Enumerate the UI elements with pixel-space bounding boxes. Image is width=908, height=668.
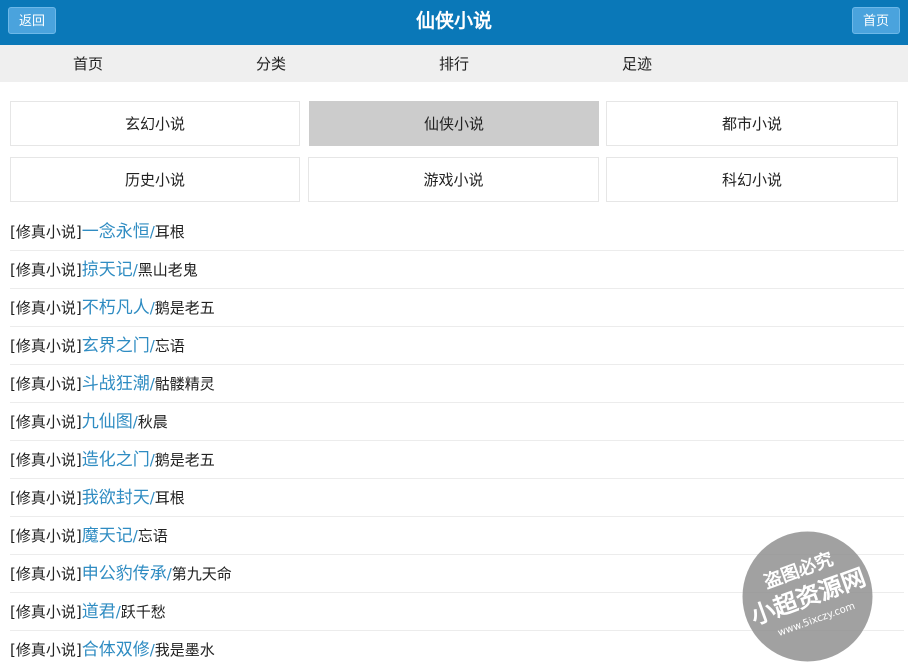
- book-list-item: [修真小说]玄界之门/忘语: [10, 327, 904, 365]
- home-button[interactable]: 首页: [851, 7, 900, 34]
- book-title-link[interactable]: 九仙图: [82, 412, 133, 432]
- book-genre-tag[interactable]: [修真小说]: [10, 223, 82, 241]
- book-list-item: [修真小说]九仙图/秋晨: [10, 403, 904, 441]
- book-author: 跃千愁: [120, 603, 166, 621]
- book-title-link[interactable]: 申公豹传承: [82, 564, 167, 584]
- book-author: 耳根: [154, 489, 185, 507]
- book-list-item: [修真小说]一念永恒/耳根: [10, 213, 904, 251]
- book-author: 骷髅精灵: [154, 375, 215, 393]
- nav-item-categories[interactable]: 分类: [221, 45, 321, 83]
- book-list-item: [修真小说]不朽凡人/鹅是老五: [10, 289, 904, 327]
- main-nav: 首页 分类 排行 足迹: [0, 45, 908, 82]
- category-lishi[interactable]: 历史小说: [10, 157, 300, 202]
- book-genre-tag[interactable]: [修真小说]: [10, 603, 82, 621]
- book-genre-tag[interactable]: [修真小说]: [10, 337, 82, 355]
- book-title-link[interactable]: 道君: [82, 602, 116, 622]
- book-title-link[interactable]: 玄界之门: [82, 336, 150, 356]
- book-genre-tag[interactable]: [修真小说]: [10, 375, 82, 393]
- book-genre-tag[interactable]: [修真小说]: [10, 413, 82, 431]
- book-title-link[interactable]: 合体双修: [82, 640, 150, 660]
- book-title-link[interactable]: 斗战狂潮: [82, 374, 150, 394]
- book-title-link[interactable]: 掠天记: [82, 260, 133, 280]
- watermark-seal: 盗图必究 小超资源网 www.5ixczy.com: [742, 531, 873, 662]
- book-title-link[interactable]: 不朽凡人: [82, 298, 150, 318]
- book-title-link[interactable]: 魔天记: [82, 526, 133, 546]
- category-kehuan[interactable]: 科幻小说: [606, 157, 898, 202]
- book-genre-tag[interactable]: [修真小说]: [10, 299, 82, 317]
- book-author: 忘语: [154, 337, 185, 355]
- book-genre-tag[interactable]: [修真小说]: [10, 527, 82, 545]
- category-xuanhuan[interactable]: 玄幻小说: [10, 101, 300, 146]
- book-author: 秋晨: [137, 413, 168, 431]
- book-list-item: [修真小说]斗战狂潮/骷髅精灵: [10, 365, 904, 403]
- book-author: 我是墨水: [154, 641, 215, 659]
- book-title-link[interactable]: 造化之门: [82, 450, 150, 470]
- category-xianxia[interactable]: 仙侠小说: [309, 101, 599, 146]
- book-list-item: [修真小说]造化之门/鹅是老五: [10, 441, 904, 479]
- category-dushi[interactable]: 都市小说: [606, 101, 898, 146]
- book-title-link[interactable]: 一念永恒: [82, 222, 150, 242]
- book-author: 第九天命: [171, 565, 232, 583]
- book-genre-tag[interactable]: [修真小说]: [10, 451, 82, 469]
- book-author: 黑山老鬼: [137, 261, 198, 279]
- book-list-item: [修真小说]掠天记/黑山老鬼: [10, 251, 904, 289]
- book-author: 耳根: [154, 223, 185, 241]
- book-author: 忘语: [137, 527, 168, 545]
- book-genre-tag[interactable]: [修真小说]: [10, 261, 82, 279]
- book-genre-tag[interactable]: [修真小说]: [10, 641, 82, 659]
- nav-item-history[interactable]: 足迹: [587, 45, 687, 83]
- book-genre-tag[interactable]: [修真小说]: [10, 565, 82, 583]
- page-title: 仙侠小说: [415, 10, 492, 32]
- nav-item-ranking[interactable]: 排行: [404, 45, 504, 83]
- book-author: 鹅是老五: [154, 451, 215, 469]
- book-list-item: [修真小说]我欲封天/耳根: [10, 479, 904, 517]
- book-title-link[interactable]: 我欲封天: [82, 488, 150, 508]
- header-bar: 返回 仙侠小说 首页: [0, 0, 908, 45]
- book-genre-tag[interactable]: [修真小说]: [10, 489, 82, 507]
- book-author: 鹅是老五: [154, 299, 215, 317]
- category-youxi[interactable]: 游戏小说: [308, 157, 599, 202]
- nav-item-home[interactable]: 首页: [38, 45, 138, 83]
